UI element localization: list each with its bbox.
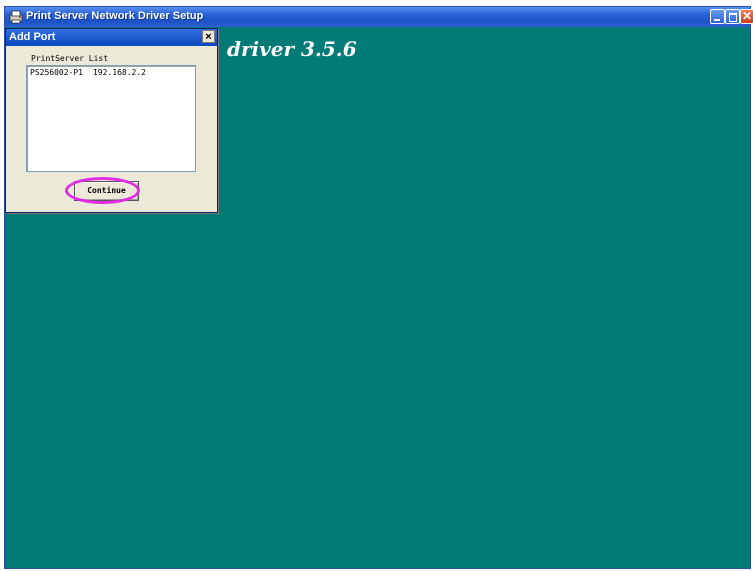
continue-button[interactable]: Continue: [74, 181, 139, 201]
printserver-ip: 192.168.2.2: [92, 68, 146, 77]
list-item[interactable]: PS256002-P1 192.168.2.2: [30, 68, 146, 77]
close-icon: ✕: [741, 9, 753, 23]
dialog-title: Add Port: [9, 31, 56, 43]
main-title-bar[interactable]: Print Server Network Driver Setup ✕: [5, 7, 753, 27]
printserver-name: PS256002-P1: [30, 68, 83, 77]
printer-app-icon: [9, 10, 23, 24]
driver-version-banner: driver 3.5.6: [227, 37, 357, 61]
window-title: Print Server Network Driver Setup: [26, 10, 204, 22]
minimize-button[interactable]: [710, 9, 725, 24]
printserver-list-label: PrintServer List: [31, 54, 109, 63]
close-icon: ×: [205, 31, 212, 43]
dialog-title-bar[interactable]: Add Port ×: [6, 29, 217, 46]
dialog-close-button[interactable]: ×: [202, 30, 215, 43]
printserver-listbox[interactable]: PS256002-P1 192.168.2.2: [26, 65, 196, 172]
add-port-dialog: Add Port × PrintServer List PS256002-P1 1…: [5, 28, 218, 213]
close-button[interactable]: ✕: [740, 9, 753, 24]
maximize-button[interactable]: [725, 9, 740, 24]
